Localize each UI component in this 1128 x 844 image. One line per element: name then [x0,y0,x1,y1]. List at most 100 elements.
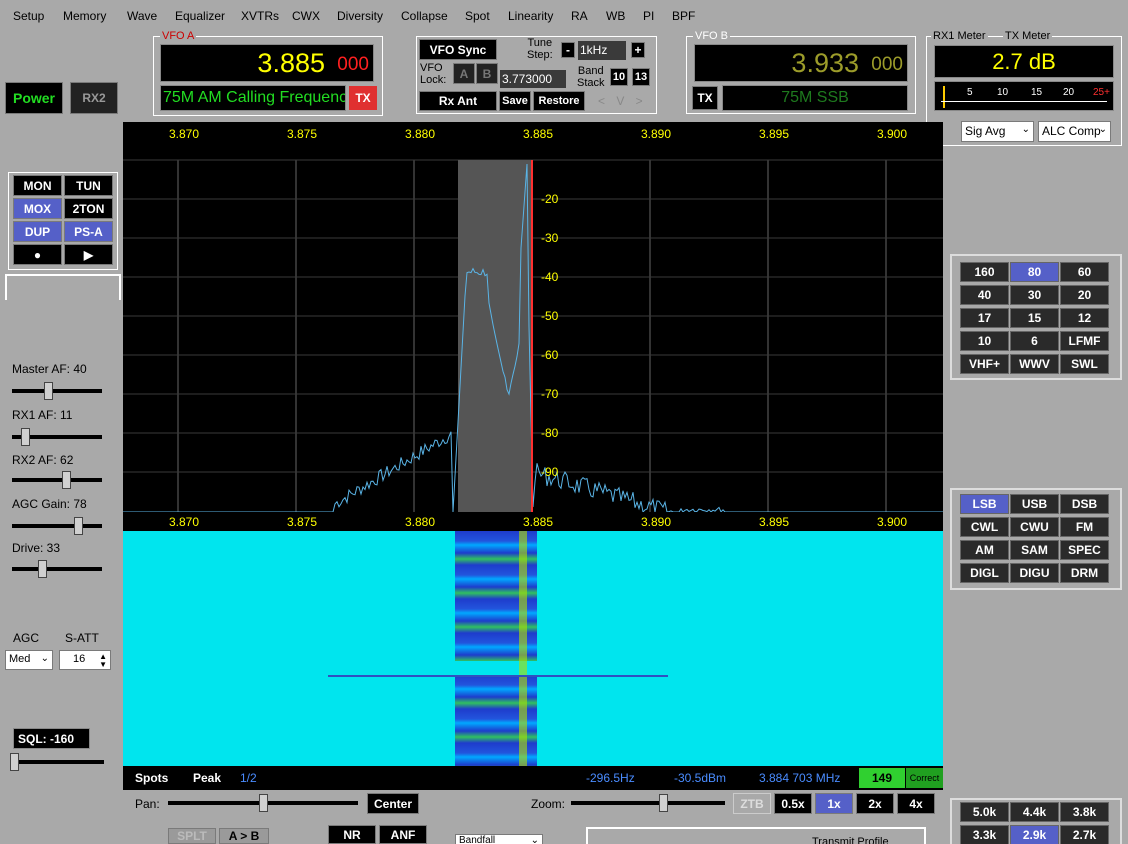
band-15-button[interactable]: 15 [1010,308,1059,328]
band-stack-13[interactable]: 13 [632,68,650,86]
mode-sam-button[interactable]: SAM [1010,540,1059,560]
satt-spinner[interactable]: 16 ▲ ▼ [59,650,111,670]
tun-button[interactable]: TUN [64,175,113,196]
agc-gain-slider[interactable] [8,516,106,536]
mode-usb-button[interactable]: USB [1010,494,1059,514]
menu-equalizer[interactable]: Equalizer [175,9,225,23]
mode-spec-button[interactable]: SPEC [1060,540,1109,560]
filter-3-8k-button[interactable]: 3.8k [1060,802,1109,822]
band-20-button[interactable]: 20 [1060,285,1109,305]
tune-step-value[interactable]: 1kHz [578,41,626,60]
anf-button[interactable]: ANF [379,825,427,844]
filter-5-0k-button[interactable]: 5.0k [960,802,1009,822]
mode-digl-button[interactable]: DIGL [960,563,1009,583]
zoom-4x-button[interactable]: 4x [897,793,935,814]
menu-wave[interactable]: Wave [127,9,157,23]
rx-meter-mode-select[interactable]: Sig Avg ⌄ [961,121,1034,142]
rx2-button[interactable]: RX2 [70,82,118,114]
band-12-button[interactable]: 12 [1060,308,1109,328]
menu-linearity[interactable]: Linearity [508,9,553,23]
tune-step-minus[interactable]: - [561,42,575,58]
mox-button[interactable]: MOX [13,198,62,219]
vfo-lock-a-button[interactable]: A [453,63,475,84]
vfo-b-tx-button[interactable]: TX [692,86,718,110]
agc-select[interactable]: Med ⌄ [5,650,53,670]
menu-ra[interactable]: RA [571,9,588,23]
mode-lsb-button[interactable]: LSB [960,494,1009,514]
ztb-button[interactable]: ZTB [733,793,771,814]
band-wwv-button[interactable]: WWV [1010,354,1059,374]
band-17-button[interactable]: 17 [960,308,1009,328]
mode-fm-button[interactable]: FM [1060,517,1109,537]
pan-slider[interactable] [164,793,362,815]
menu-spot[interactable]: Spot [465,9,490,23]
band-160-button[interactable]: 160 [960,262,1009,282]
save-button[interactable]: Save [499,91,531,111]
zoom-0-5x-button[interactable]: 0.5x [774,793,812,814]
menu-cwx[interactable]: CWX [292,9,320,23]
vfo-lock-b-button[interactable]: B [476,63,498,84]
rx-ant-button[interactable]: Rx Ant [419,91,497,111]
mode-cwl-button[interactable]: CWL [960,517,1009,537]
vfo-a-display[interactable]: 3.885 000 [160,44,374,82]
mode-digu-button[interactable]: DIGU [1010,563,1059,583]
waterfall[interactable] [123,531,943,766]
mon-button[interactable]: MON [13,175,62,196]
center-button[interactable]: Center [367,793,419,814]
mode-am-button[interactable]: AM [960,540,1009,560]
menu-bpf[interactable]: BPF [672,9,695,23]
band-lfmf-button[interactable]: LFMF [1060,331,1109,351]
menu-wb[interactable]: WB [606,9,625,23]
page-indicator[interactable]: 1/2 [240,771,257,785]
band-30-button[interactable]: 30 [1010,285,1059,305]
sql-slider[interactable] [8,752,108,772]
band-60-button[interactable]: 60 [1060,262,1109,282]
menu-xvtrs[interactable]: XVTRs [241,9,279,23]
dup-button[interactable]: DUP [13,221,62,242]
filter-4-4k-button[interactable]: 4.4k [1010,802,1059,822]
power-button[interactable]: Power [5,82,63,114]
ps-a-button[interactable]: PS-A [64,221,113,242]
menu-diversity[interactable]: Diversity [337,9,383,23]
zoom-2x-button[interactable]: 2x [856,793,894,814]
nr-button[interactable]: NR [328,825,376,844]
drive-slider[interactable] [8,559,106,579]
filter-3-3k-button[interactable]: 3.3k [960,825,1009,844]
tx-meter-mode-select[interactable]: ALC Comp ⌄ [1038,121,1111,142]
rx1-af-slider[interactable] [8,427,106,447]
menu-memory[interactable]: Memory [63,9,106,23]
band-stack-10[interactable]: 10 [610,68,628,86]
spots-button[interactable]: Spots [135,771,168,785]
vfo-a-tx-button[interactable]: TX [349,86,377,110]
menu-setup[interactable]: Setup [13,9,44,23]
peak-button[interactable]: Peak [193,771,221,785]
menu-collapse[interactable]: Collapse [401,9,448,23]
band-6-button[interactable]: 6 [1010,331,1059,351]
band-80-button[interactable]: 80 [1010,262,1059,282]
vfo-sync-button[interactable]: VFO Sync [419,39,497,60]
mode-cwu-button[interactable]: CWU [1010,517,1059,537]
zoom-slider[interactable] [567,793,729,815]
split-button[interactable]: SPLT [168,828,216,844]
band-vhf--button[interactable]: VHF+ [960,354,1009,374]
vfo-b-display[interactable]: 3.933 000 [694,44,908,82]
band-swl-button[interactable]: SWL [1060,354,1109,374]
vfo-lock-freq[interactable]: 3.773000 [500,70,566,88]
record-button[interactable]: ● [13,244,62,265]
band-10-button[interactable]: 10 [960,331,1009,351]
zoom-1x-button[interactable]: 1x [815,793,853,814]
a-to-b-button[interactable]: A > B [219,828,269,844]
tune-step-plus[interactable]: + [631,42,645,58]
band-stack-nav[interactable]: < V > [598,94,647,108]
rx2-af-slider[interactable] [8,470,106,490]
filter-2-9k-button[interactable]: 2.9k [1010,825,1059,844]
2ton-button[interactable]: 2TON [64,198,113,219]
bandfilter-select[interactable]: Bandfall ⌄ [455,834,543,844]
mode-drm-button[interactable]: DRM [1060,563,1109,583]
master-af-slider[interactable] [8,381,106,401]
filter-2-7k-button[interactable]: 2.7k [1060,825,1109,844]
play-button[interactable]: ▶ [64,244,113,265]
band-40-button[interactable]: 40 [960,285,1009,305]
restore-button[interactable]: Restore [533,91,585,111]
mode-dsb-button[interactable]: DSB [1060,494,1109,514]
